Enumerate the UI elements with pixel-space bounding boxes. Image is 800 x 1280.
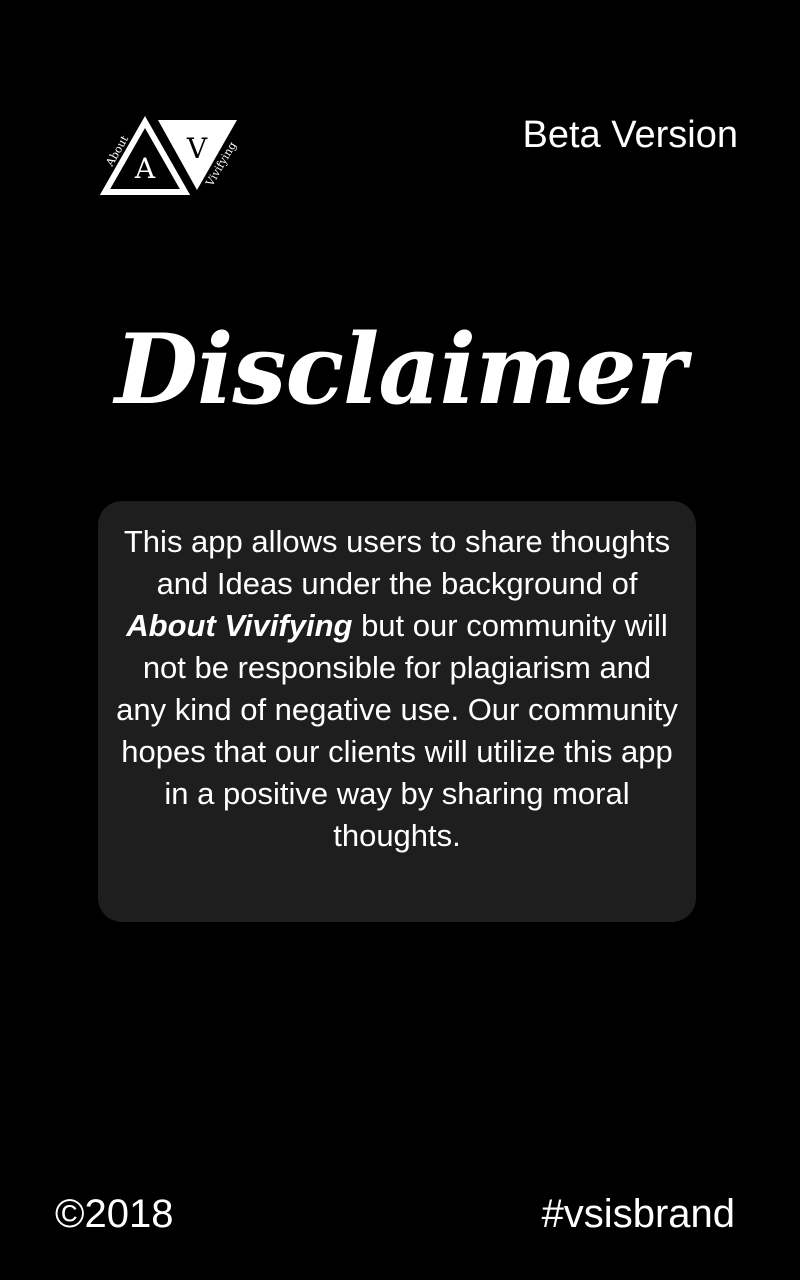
disclaimer-brand-name: About Vivifying xyxy=(126,608,353,643)
disclaimer-text-start: This app allows users to share thoughts … xyxy=(123,524,671,601)
disclaimer-text-end: but our community will not be responsibl… xyxy=(116,608,678,853)
about-vivifying-logo: A V About Vivifying xyxy=(100,115,250,200)
beta-version-label: Beta Version xyxy=(522,114,738,156)
logo-letter-v: V xyxy=(186,132,208,165)
logo-triangles-icon: A V About Vivifying xyxy=(100,115,239,195)
copyright-label: ©2018 xyxy=(55,1192,174,1236)
disclaimer-card: This app allows users to share thoughts … xyxy=(98,501,696,922)
hashtag-label: #vsisbrand xyxy=(541,1192,735,1236)
page-title: Disclaimer xyxy=(114,313,687,426)
logo-letter-a: A xyxy=(134,152,156,185)
